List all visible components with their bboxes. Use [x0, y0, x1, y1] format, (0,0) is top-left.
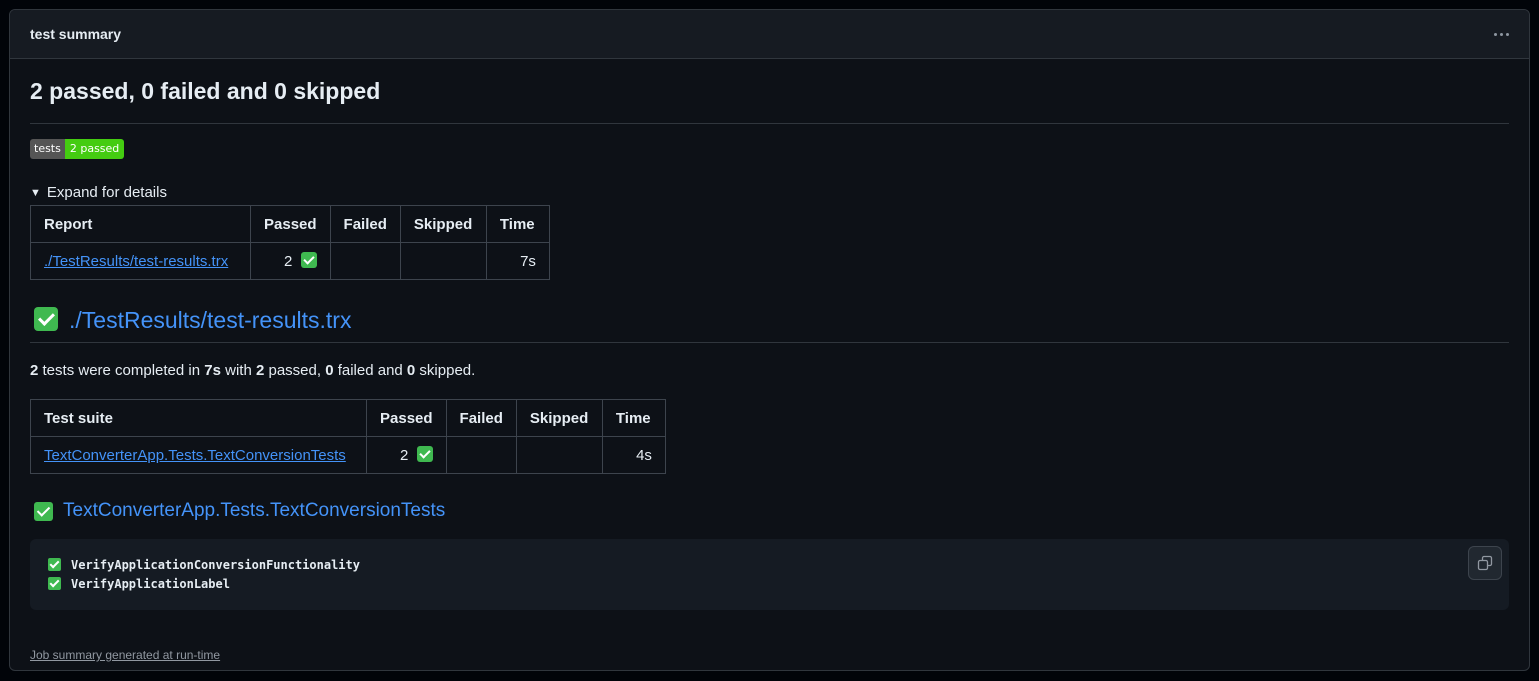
check-box-icon [416, 446, 433, 462]
panel-header: test summary [10, 10, 1529, 59]
list-item: VerifyApplicationConversionFunctionality [48, 555, 1491, 574]
suite-heading-link[interactable]: TextConverterApp.Tests.TextConversionTes… [63, 500, 445, 522]
panel-title: test summary [30, 26, 122, 42]
text-part: failed and [333, 362, 407, 379]
header-test-suite: Test suite [30, 399, 367, 437]
time-cell: 7s [485, 242, 550, 280]
report-table-header-row: Report Passed Failed Skipped Time [30, 205, 550, 243]
suite-heading: TextConverterApp.Tests.TextConversionTes… [30, 500, 445, 522]
triangle-down-icon: ▼ [30, 186, 41, 199]
completed-skipped: 0 [406, 362, 416, 379]
more-options-button[interactable] [1487, 20, 1515, 48]
details-toggle[interactable]: ▼ Expand for details [30, 184, 167, 201]
text-part: skipped. [415, 362, 476, 379]
file-heading-link[interactable]: ./TestResults/test-results.trx [69, 307, 351, 334]
header-passed: Passed [250, 205, 331, 243]
header-report: Report [30, 205, 251, 243]
failed-cell [445, 436, 517, 474]
passed-cell: 2 [366, 436, 447, 474]
header-skipped: Skipped [515, 399, 603, 437]
passed-count: 2 [400, 447, 409, 464]
check-box-icon [48, 558, 61, 571]
test-name: VerifyApplicationConversionFunctionality [71, 557, 360, 572]
header-failed: Failed [445, 399, 517, 437]
suite-table: Test suite Passed Failed Skipped Time Te… [30, 399, 666, 474]
table-row: ./TestResults/test-results.trx 2 7s [30, 242, 550, 280]
skipped-cell [399, 242, 487, 280]
summary-content: 2 passed, 0 failed and 0 skipped tests 2… [30, 59, 1509, 670]
list-item: VerifyApplicationLabel [48, 574, 1491, 593]
check-box-icon [300, 252, 317, 268]
header-failed: Failed [329, 205, 401, 243]
check-box-icon [34, 501, 53, 521]
badge-value: 2 passed [64, 139, 125, 159]
suite-cell: TextConverterApp.Tests.TextConversionTes… [30, 436, 367, 474]
summary-heading: 2 passed, 0 failed and 0 skipped [30, 78, 1509, 124]
summary-panel: test summary 2 passed, 0 failed and 0 sk… [9, 9, 1530, 671]
copy-icon [1477, 555, 1493, 571]
copy-button[interactable] [1468, 546, 1502, 580]
passed-count: 2 [284, 253, 293, 270]
table-row: TextConverterApp.Tests.TextConversionTes… [30, 436, 666, 474]
header-time: Time [485, 205, 550, 243]
details-label: Expand for details [46, 184, 167, 201]
badge-label: tests [30, 139, 65, 159]
report-cell: ./TestResults/test-results.trx [30, 242, 251, 280]
check-box-icon [34, 307, 58, 331]
skipped-cell [515, 436, 603, 474]
job-summary-link[interactable]: Job summary generated at run-time [30, 648, 220, 662]
completed-time: 7s [204, 362, 221, 379]
kebab-horizontal-icon [1492, 32, 1510, 36]
completed-text: 2 tests were completed in 7s with 2 pass… [30, 362, 475, 379]
report-table: Report Passed Failed Skipped Time ./Test… [30, 205, 550, 280]
tests-badge: tests 2 passed [30, 139, 125, 159]
time-cell: 4s [601, 436, 666, 474]
text-part: passed, [264, 362, 326, 379]
file-heading: ./TestResults/test-results.trx [30, 305, 1509, 343]
test-name: VerifyApplicationLabel [71, 576, 230, 591]
text-part: with [220, 362, 256, 379]
completed-failed: 0 [325, 362, 334, 379]
suite-table-header-row: Test suite Passed Failed Skipped Time [30, 399, 666, 437]
suite-link[interactable]: TextConverterApp.Tests.TextConversionTes… [44, 447, 346, 464]
failed-cell [329, 242, 401, 280]
check-box-icon [48, 577, 61, 590]
header-passed: Passed [366, 399, 447, 437]
header-time: Time [601, 399, 666, 437]
test-list-codeblock: VerifyApplicationConversionFunctionality… [30, 539, 1509, 610]
header-skipped: Skipped [399, 205, 487, 243]
passed-cell: 2 [250, 242, 331, 280]
report-link[interactable]: ./TestResults/test-results.trx [44, 253, 228, 270]
text-part: tests were completed in [38, 362, 205, 379]
